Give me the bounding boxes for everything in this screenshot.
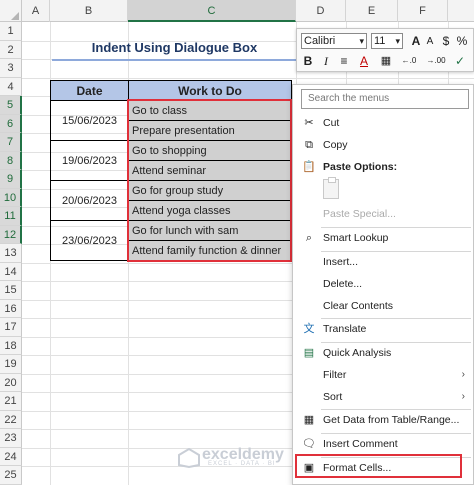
row-header[interactable]: 15	[0, 281, 22, 300]
paste-clipboard-icon[interactable]	[323, 177, 339, 199]
task-cell[interactable]: Attend yoga classes	[128, 200, 292, 221]
column-header-f[interactable]: F	[398, 0, 448, 22]
row-header[interactable]: 17	[0, 318, 22, 337]
menu-item-sort[interactable]: Sort ›	[293, 386, 473, 408]
percent-icon[interactable]: %	[453, 32, 471, 50]
task-cell[interactable]: Go to class	[128, 100, 292, 121]
font-name-box[interactable]: Calibri ▾	[301, 33, 367, 49]
column-header-d[interactable]: D	[296, 0, 346, 22]
row-header[interactable]: 1	[0, 22, 22, 41]
mini-toolbar: Calibri ▾ 11 ▾ A A $ % B I ≡ A ▦ ←.0 →.00 …	[296, 28, 474, 72]
context-menu: Search the menus ✂ Cut ⧉ Copy 📋 Paste Op…	[292, 84, 474, 485]
row-header[interactable]: 22	[0, 410, 22, 429]
row-header[interactable]: 20	[0, 373, 22, 392]
date-cell[interactable]: 19/06/2023	[50, 140, 129, 181]
column-header-b[interactable]: B	[50, 0, 128, 22]
row-header[interactable]: 24	[0, 447, 22, 466]
row-header[interactable]: 5	[0, 96, 22, 115]
row-header[interactable]: 4	[0, 77, 22, 96]
schedule-table: Date Work to Do 15/06/2023 Go to class P…	[50, 80, 292, 261]
increase-decimal-icon[interactable]: →.00	[423, 52, 449, 70]
exceldemy-logo-icon	[178, 448, 200, 468]
search-icon: ⌕	[305, 232, 313, 244]
search-menus-input[interactable]: Search the menus	[301, 89, 469, 109]
title-underline	[52, 59, 297, 61]
task-cell[interactable]: Go to shopping	[128, 140, 292, 161]
menu-item-clear-contents[interactable]: Clear Contents	[293, 295, 473, 317]
row-header[interactable]: 6	[0, 114, 22, 133]
decrease-decimal-icon[interactable]: ←.0	[397, 52, 421, 70]
copy-icon: ⧉	[305, 139, 313, 151]
menu-item-translate[interactable]: 文 Translate	[293, 318, 473, 340]
menu-item-paste-options: 📋 Paste Options:	[302, 161, 398, 173]
date-cell[interactable]: 23/06/2023	[50, 220, 129, 261]
task-cell[interactable]: Attend family function & dinner	[128, 240, 292, 261]
sheet-title: Indent Using Dialogue Box	[91, 40, 258, 55]
chevron-right-icon: ›	[461, 391, 465, 402]
table-icon: ▦	[303, 414, 315, 426]
gridline	[22, 77, 474, 79]
menu-item-paste-special[interactable]: Paste Special...	[293, 203, 473, 225]
comment-icon: 🗨	[302, 438, 316, 450]
task-cell[interactable]: Prepare presentation	[128, 120, 292, 141]
date-cell[interactable]: 20/06/2023	[50, 180, 129, 221]
clipboard-icon: 📋	[302, 161, 316, 173]
row-header[interactable]: 9	[0, 170, 22, 189]
chevron-right-icon: ›	[461, 369, 465, 380]
menu-item-cut[interactable]: ✂ Cut	[293, 112, 473, 134]
menu-item-insert-comment[interactable]: 🗨 Insert Comment	[293, 433, 473, 455]
task-cell[interactable]: Go for group study	[128, 180, 292, 201]
borders-icon[interactable]: ▦	[377, 52, 395, 70]
font-size-box[interactable]: 11 ▾	[371, 33, 403, 49]
menu-item-insert[interactable]: Insert...	[293, 251, 473, 273]
row-header[interactable]: 8	[0, 151, 22, 170]
menu-item-delete[interactable]: Delete...	[293, 273, 473, 295]
format-painter-icon[interactable]: ✓	[451, 52, 469, 70]
column-header-c[interactable]: C	[128, 0, 296, 22]
select-all-corner[interactable]	[0, 0, 22, 22]
row-header[interactable]: 7	[0, 133, 22, 152]
row-header[interactable]: 16	[0, 299, 22, 318]
menu-item-filter[interactable]: Filter ›	[293, 364, 473, 386]
row-header[interactable]: 2	[0, 40, 22, 59]
row-header[interactable]: 11	[0, 207, 22, 226]
row-header[interactable]: 18	[0, 336, 22, 355]
fill-color-icon[interactable]: A	[355, 52, 373, 70]
task-cell[interactable]: Attend seminar	[128, 160, 292, 181]
row-header[interactable]: 25	[0, 466, 22, 485]
menu-item-smart-lookup[interactable]: ⌕ Smart Lookup	[293, 227, 473, 249]
translate-icon: 文	[303, 323, 315, 335]
row-header[interactable]: 19	[0, 355, 22, 374]
scissors-icon: ✂	[304, 117, 314, 129]
header-date[interactable]: Date	[50, 80, 129, 101]
format-cells-icon: ▣	[303, 462, 315, 474]
menu-item-get-data[interactable]: ▦ Get Data from Table/Range...	[293, 409, 473, 431]
row-header[interactable]: 21	[0, 392, 22, 411]
row-header[interactable]: 13	[0, 244, 22, 263]
row-header[interactable]: 12	[0, 225, 22, 244]
align-icon[interactable]: ≡	[335, 52, 353, 70]
date-cell[interactable]: 15/06/2023	[50, 100, 129, 141]
column-header-bar: A B C D E F	[0, 0, 474, 22]
row-header[interactable]: 23	[0, 429, 22, 448]
row-header[interactable]: 3	[0, 59, 22, 78]
row-header[interactable]: 14	[0, 262, 22, 281]
task-cell[interactable]: Go for lunch with sam	[128, 220, 292, 241]
header-work[interactable]: Work to Do	[128, 80, 292, 101]
column-header-e[interactable]: E	[346, 0, 398, 22]
menu-item-copy[interactable]: ⧉ Copy	[293, 134, 473, 156]
column-header-a[interactable]: A	[22, 0, 50, 22]
bold-button[interactable]: B	[299, 52, 317, 70]
menu-item-quick-analysis[interactable]: ▤ Quick Analysis	[293, 342, 473, 364]
quick-analysis-icon: ▤	[303, 347, 315, 359]
menu-item-format-cells[interactable]: ▣ Format Cells...	[293, 457, 473, 479]
italic-button[interactable]: I	[317, 52, 335, 70]
row-header[interactable]: 10	[0, 188, 22, 207]
